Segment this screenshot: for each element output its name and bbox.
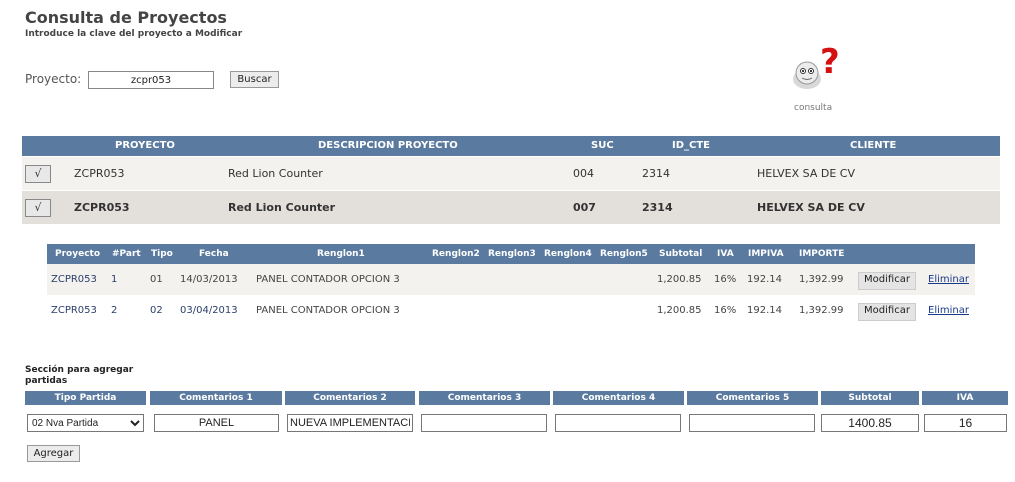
col-header-impiva: IMPIVA — [748, 249, 784, 259]
cell-proyecto: ZCPR053 — [51, 305, 97, 316]
delete-link[interactable]: Eliminar — [928, 305, 969, 316]
tipo-partida-select[interactable]: 02 Nva Partida — [27, 414, 144, 432]
cell-subtotal: 1,200.85 — [657, 305, 702, 316]
col-header-id-cte: ID_CTE — [672, 140, 711, 151]
col-header-proyecto: Proyecto — [55, 249, 101, 259]
cell-importe: 1,392.99 — [799, 305, 844, 316]
add-button[interactable]: Agregar — [27, 445, 80, 462]
col-header-comentarios3: Comentarios 3 — [419, 391, 550, 405]
cell-renglon1: PANEL CONTADOR OPCION 3 — [256, 274, 400, 285]
project-row: √ ZCPR053 Red Lion Counter 004 2314 HELV… — [22, 157, 1000, 190]
select-row-button[interactable]: √ — [25, 165, 51, 183]
cell-part: 2 — [111, 305, 118, 316]
partidas-table-header: Proyecto #Part Tipo Fecha Renglon1 Rengl… — [47, 244, 975, 264]
cell-tipo: 01 — [150, 274, 163, 285]
cell-subtotal: 1,200.85 — [657, 274, 702, 285]
projects-table-header: PROYECTO DESCRIPCION PROYECTO SUC ID_CTE… — [22, 136, 1000, 156]
cell-suc: 004 — [573, 167, 594, 180]
comentarios2-input[interactable] — [287, 414, 413, 432]
col-header-subtotal: Subtotal — [821, 391, 919, 405]
col-header-renglon2: Renglon2 — [432, 249, 480, 259]
cell-proyecto: ZCPR053 — [51, 274, 97, 285]
col-header-cliente: CLIENTE — [850, 140, 897, 151]
col-header-renglon4: Renglon4 — [544, 249, 592, 259]
col-header-importe: IMPORTE — [799, 249, 845, 259]
modify-button[interactable]: Modificar — [858, 272, 916, 290]
subtotal-input[interactable] — [821, 414, 919, 432]
project-row-selected: √ ZCPR053 Red Lion Counter 007 2314 HELV… — [22, 191, 1000, 224]
cell-cliente: HELVEX SA DE CV — [757, 167, 855, 180]
cell-fecha: 14/03/2013 — [180, 274, 238, 285]
cell-fecha: 03/04/2013 — [180, 305, 238, 316]
cell-proyecto: ZCPR053 — [74, 167, 125, 180]
svg-text:?: ? — [820, 45, 840, 82]
col-header-renglon3: Renglon3 — [488, 249, 536, 259]
cell-iva: 16% — [714, 274, 737, 285]
cell-importe: 1,392.99 — [799, 274, 844, 285]
cell-descripcion: Red Lion Counter — [228, 167, 323, 180]
col-header-tipo-partida: Tipo Partida — [25, 391, 146, 405]
modify-button[interactable]: Modificar — [858, 303, 916, 321]
iva-input[interactable] — [924, 414, 1007, 432]
add-section-title: Sección para agregar partidas — [25, 365, 134, 386]
cell-impiva: 192.14 — [747, 305, 782, 316]
col-header-tipo: Tipo — [151, 249, 173, 259]
comentarios3-input[interactable] — [421, 414, 547, 432]
col-header-proyecto: PROYECTO — [115, 140, 175, 151]
cell-id-cte: 2314 — [642, 167, 670, 180]
col-header-iva: IVA — [922, 391, 1008, 405]
col-header-comentarios2: Comentarios 2 — [285, 391, 415, 405]
col-header-comentarios4: Comentarios 4 — [553, 391, 684, 405]
partida-row: ZCPR053 2 02 03/04/2013 PANEL CONTADOR O… — [47, 295, 975, 326]
cell-id-cte: 2314 — [642, 201, 673, 214]
col-header-descripcion: DESCRIPCION PROYECTO — [318, 140, 458, 151]
comentarios4-input[interactable] — [555, 414, 681, 432]
page-subtitle: Introduce la clave del proyecto a Modifi… — [25, 29, 243, 39]
col-header-fecha: Fecha — [199, 249, 229, 259]
col-header-suc: SUC — [591, 140, 614, 151]
col-header-renglon1: Renglon1 — [317, 249, 365, 259]
cell-renglon1: PANEL CONTADOR OPCION 3 — [256, 305, 400, 316]
col-header-comentarios5: Comentarios 5 — [687, 391, 818, 405]
project-search-input[interactable] — [88, 71, 214, 89]
project-label: Proyecto: — [25, 72, 82, 86]
cell-tipo: 02 — [150, 305, 163, 316]
cell-part: 1 — [111, 274, 118, 285]
col-header-subtotal: Subtotal — [659, 249, 703, 259]
page-title: Consulta de Proyectos — [25, 8, 227, 27]
cell-impiva: 192.14 — [747, 274, 782, 285]
cell-iva: 16% — [714, 305, 737, 316]
cell-suc: 007 — [573, 201, 596, 214]
col-header-comentarios1: Comentarios 1 — [150, 391, 282, 405]
cell-descripcion: Red Lion Counter — [228, 201, 336, 214]
partida-row: ZCPR053 1 01 14/03/2013 PANEL CONTADOR O… — [47, 264, 975, 295]
delete-link[interactable]: Eliminar — [928, 274, 969, 285]
comentarios1-input[interactable] — [154, 414, 279, 432]
help-label: consulta — [794, 103, 833, 113]
search-button[interactable]: Buscar — [230, 71, 279, 88]
comentarios5-input[interactable] — [689, 414, 815, 432]
col-header-iva: IVA — [717, 249, 734, 259]
col-header-renglon5: Renglon5 — [600, 249, 648, 259]
select-row-button[interactable]: √ — [25, 199, 51, 217]
question-person-icon[interactable]: ? — [790, 42, 842, 90]
col-header-part: #Part — [112, 249, 141, 259]
cell-proyecto: ZCPR053 — [74, 201, 130, 214]
cell-cliente: HELVEX SA DE CV — [757, 201, 865, 214]
